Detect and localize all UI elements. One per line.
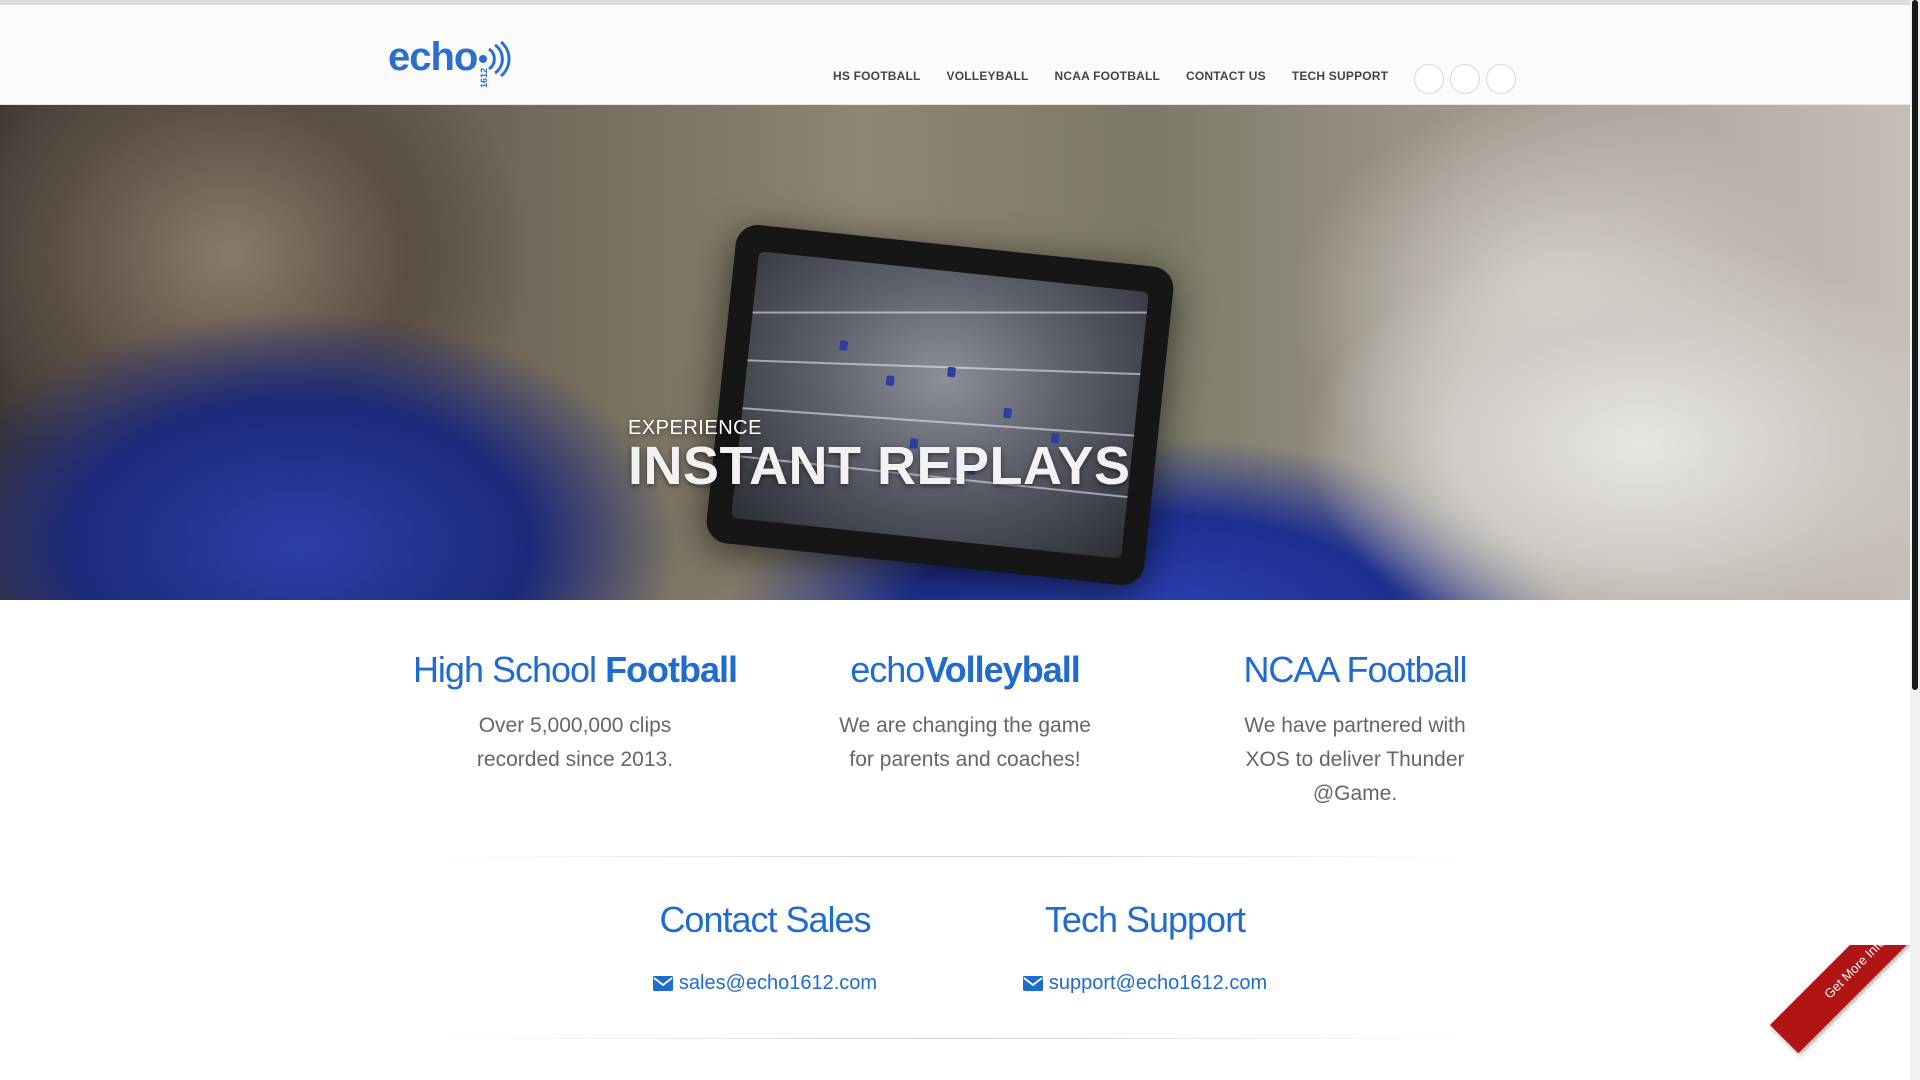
social-icon[interactable] bbox=[1486, 64, 1516, 94]
contact-support-title: Tech Support bbox=[1044, 899, 1246, 940]
nav-item-ncaa-football[interactable]: NCAA FOOTBALL bbox=[1055, 69, 1160, 83]
feature-volleyball: echoVolleyball We are changing the game … bbox=[770, 646, 1160, 811]
envelope-icon bbox=[1022, 976, 1043, 991]
feature-ncaa-football: NCAA Football We have partnered with XOS… bbox=[1160, 646, 1550, 811]
get-more-info-label[interactable]: Get More Info bbox=[1813, 945, 1897, 1011]
nav-item-contact-us[interactable]: CONTACT US bbox=[1186, 69, 1266, 83]
site-header: echo 1612 HS FOOTBALL VOLLEYBALL NCAA FO… bbox=[0, 5, 1910, 105]
feature-title[interactable]: NCAA Football bbox=[1160, 646, 1550, 694]
hero-tablet-image bbox=[704, 222, 1176, 588]
hero-banner: EXPERIENCE INSTANT REPLAYS bbox=[0, 105, 1910, 600]
main-nav: HS FOOTBALL VOLLEYBALL NCAA FOOTBALL CON… bbox=[833, 69, 1414, 83]
social-links bbox=[1414, 64, 1516, 94]
hero-headline: INSTANT REPLAYS bbox=[628, 436, 1131, 496]
feature-title[interactable]: echoVolleyball bbox=[770, 646, 1160, 694]
page-scrollbar[interactable] bbox=[1910, 0, 1920, 1080]
nav-item-hs-football[interactable]: HS FOOTBALL bbox=[833, 69, 921, 83]
support-email[interactable]: support@echo1612.com bbox=[1049, 972, 1267, 995]
section-divider bbox=[430, 1038, 1480, 1039]
section-divider bbox=[430, 856, 1480, 857]
logo-text: echo bbox=[388, 35, 478, 79]
feature-hs-football: High School Football Over 5,000,000 clip… bbox=[380, 646, 770, 811]
sales-email-link[interactable]: sales@echo1612.com bbox=[575, 972, 955, 995]
nav-item-tech-support[interactable]: TECH SUPPORT bbox=[1292, 69, 1388, 83]
logo-subtext: 1612 bbox=[479, 67, 490, 89]
feature-title[interactable]: High School Football bbox=[380, 646, 770, 694]
get-more-info-ribbon[interactable]: Get More Info bbox=[1770, 945, 1910, 1054]
get-more-info-corner[interactable]: Get More Info bbox=[1770, 945, 1910, 1080]
sales-email[interactable]: sales@echo1612.com bbox=[679, 972, 877, 995]
hero-text: EXPERIENCE INSTANT REPLAYS bbox=[628, 417, 1131, 496]
contact-sales-title: Contact Sales bbox=[659, 899, 871, 940]
envelope-icon bbox=[652, 976, 673, 991]
feature-description: Over 5,000,000 clips recorded since 2013… bbox=[476, 714, 674, 771]
social-icon[interactable] bbox=[1450, 64, 1480, 94]
contact-sales: Contact Sales sales@echo1612.com bbox=[575, 896, 955, 995]
feature-description: We have partnered with XOS to deliver Th… bbox=[1244, 714, 1466, 805]
nav-item-volleyball[interactable]: VOLLEYBALL bbox=[947, 69, 1029, 83]
feature-description: We are changing the game for parents and… bbox=[839, 714, 1091, 771]
contact-support: Tech Support support@echo1612.com bbox=[955, 896, 1335, 995]
support-email-link[interactable]: support@echo1612.com bbox=[955, 972, 1335, 995]
features-section: High School Football Over 5,000,000 clip… bbox=[380, 646, 1550, 811]
echo-logo[interactable]: echo 1612 bbox=[388, 35, 513, 89]
social-icon[interactable] bbox=[1414, 64, 1444, 94]
scrollbar-thumb[interactable] bbox=[1912, 0, 1918, 690]
